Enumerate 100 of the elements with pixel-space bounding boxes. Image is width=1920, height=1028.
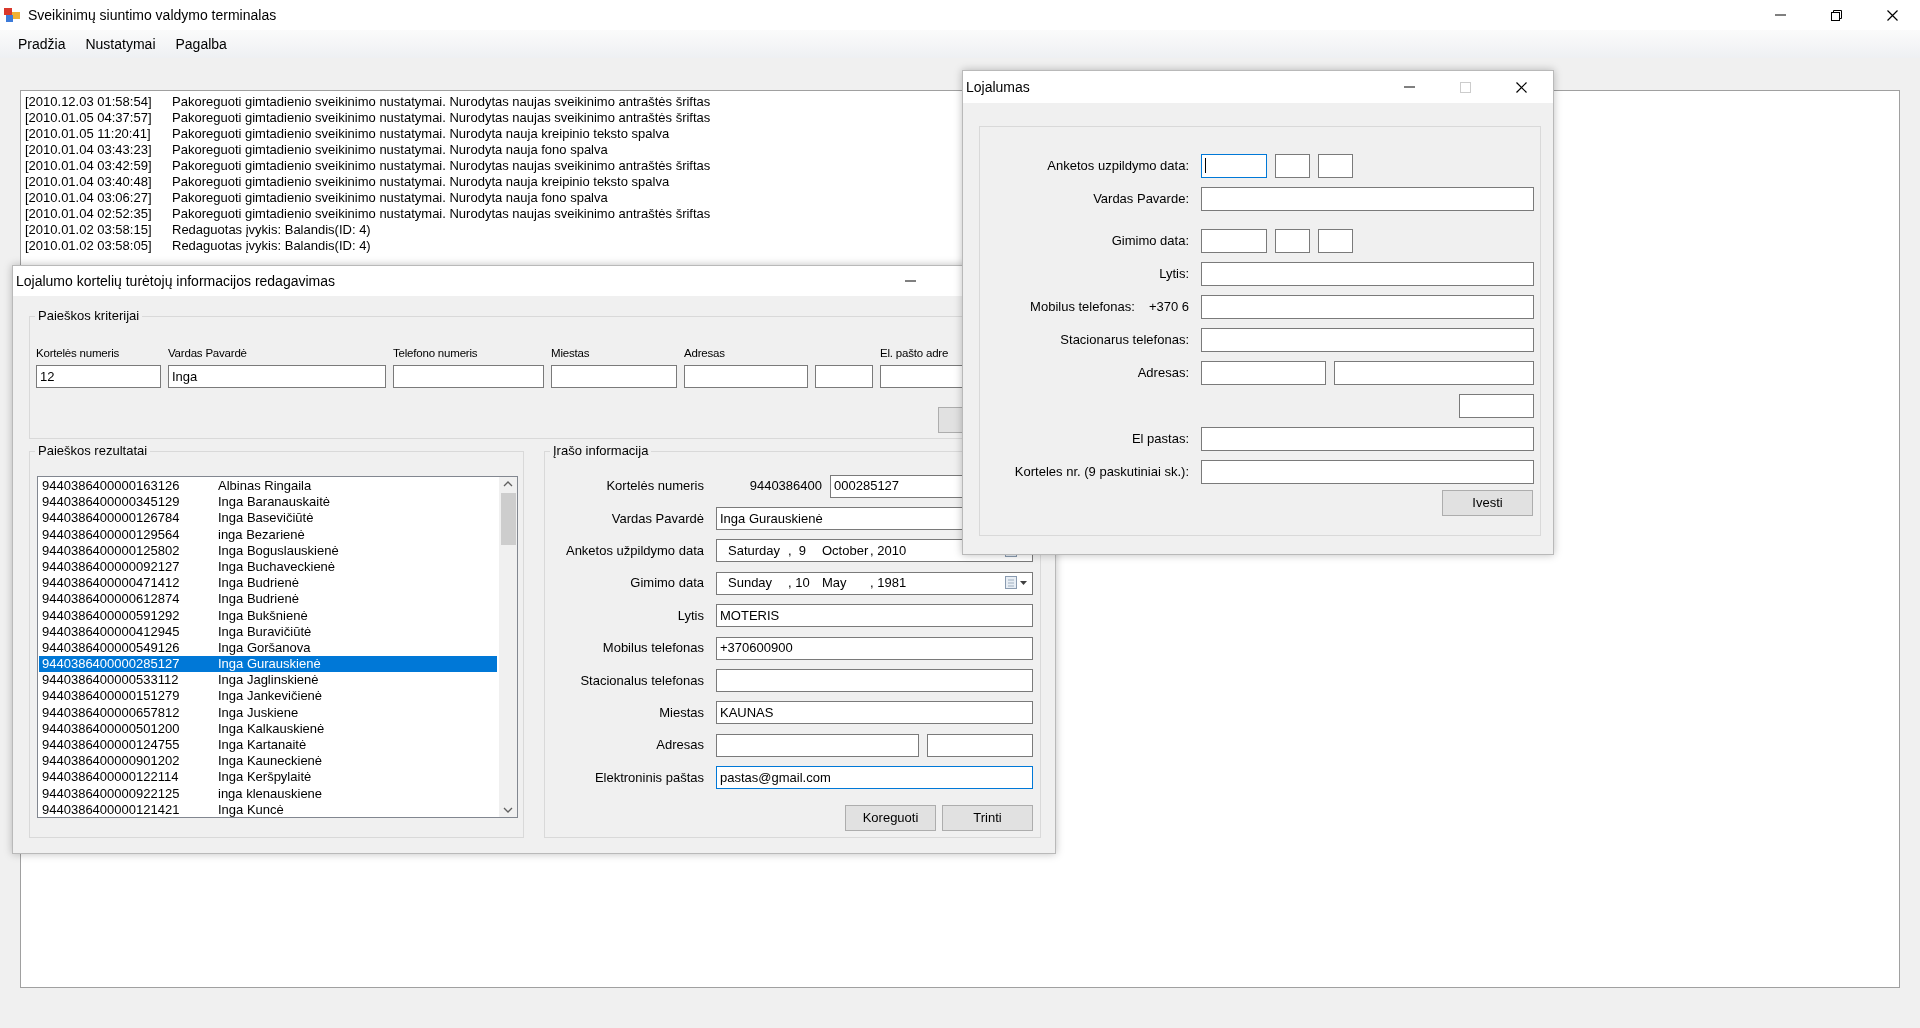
list-row[interactable]: 9440386400000124755 Inga Kartanaitė <box>39 737 497 754</box>
card-number: 9440386400000122114 <box>42 769 180 786</box>
list-row[interactable]: 9440386400000129564 inga Bezarienė <box>39 526 497 543</box>
input-field[interactable] <box>1201 261 1534 286</box>
log-message: Pakoreguoti gimtadienio sveikinimo nustatymai. Nurodyta nauja kreipinio teksto spalva <box>172 174 670 190</box>
list-row[interactable]: 9440386400000125802 Inga Boguslauskienė <box>39 542 497 559</box>
log-time: [2010.01.04 03:43:23] <box>25 142 153 158</box>
date-part: , 9 <box>788 542 808 559</box>
menu-item[interactable]: Pagalba <box>165 34 237 54</box>
log-time: [2010.01.04 03:40:48] <box>25 174 153 190</box>
card-number: 9440386400000345129 <box>42 494 181 511</box>
input-field[interactable] <box>1334 360 1534 385</box>
field-label: Stacionalus telefonas <box>579 672 704 689</box>
maximize-icon <box>1459 81 1471 93</box>
list-row[interactable]: 9440386400000471412 Inga Budrienė <box>39 575 497 592</box>
date-picker[interactable]: Sunday , 10 May , 1981 <box>716 571 1033 595</box>
card-number: 9440386400000285127 <box>42 656 181 673</box>
input-field[interactable]: Inga <box>168 365 386 388</box>
input-field[interactable] <box>1201 294 1534 319</box>
log-time: [2010.01.05 04:37:57] <box>25 110 153 126</box>
field-label: El. pašto adre <box>880 346 950 361</box>
holder-name: inga klenauskiene <box>218 785 323 802</box>
card-number: 9440386400000901202 <box>42 753 181 770</box>
calendar-dropdown-icon[interactable] <box>1005 576 1029 591</box>
input-field[interactable] <box>1201 327 1534 352</box>
input-field[interactable] <box>716 669 1033 693</box>
menu-item[interactable]: Nustatymai <box>75 34 166 54</box>
input-field[interactable] <box>1201 153 1267 178</box>
list-row[interactable]: 9440386400000285127 Inga Gurauskienė <box>39 656 497 673</box>
list-row[interactable]: 9440386400000657812 Inga Juskiene <box>39 704 497 721</box>
input-field[interactable]: pastas@gmail.com <box>716 766 1033 790</box>
list-row[interactable]: 9440386400000345129 Inga Baranauskaitė <box>39 494 497 511</box>
list-row[interactable]: 9440386400000163126 Albinas Ringaila <box>39 478 497 495</box>
input-field[interactable] <box>1318 153 1353 178</box>
list-row[interactable]: 9440386400000121421 Inga Kuncė <box>39 801 497 818</box>
log-time: [2010.01.04 02:52:35] <box>25 206 153 222</box>
input-field[interactable] <box>1201 426 1534 451</box>
field-label: Gimimo data: <box>1111 232 1189 249</box>
field-label: Miestas <box>551 346 591 361</box>
input-field[interactable] <box>1201 186 1534 211</box>
action-button[interactable]: Koreguoti <box>845 804 936 831</box>
card-number: 9440386400000151279 <box>42 688 181 705</box>
field-label: Adresas <box>684 346 726 361</box>
card-number: 9440386400000922125 <box>42 785 181 802</box>
holder-name: inga Bezarienė <box>218 526 305 543</box>
list-row[interactable]: 9440386400000151279 Inga Jankevičienė <box>39 688 497 705</box>
menu-item[interactable]: Pradžia <box>8 34 76 54</box>
input-field[interactable] <box>1459 393 1534 418</box>
list-row[interactable]: 9440386400000533112 Inga Jaglinskienė <box>39 672 497 689</box>
action-button[interactable]: Trinti <box>942 804 1033 831</box>
field-label: Kortelės numeris <box>605 478 704 495</box>
card-number: 9440386400000612874 <box>42 591 181 608</box>
input-field[interactable]: 12 <box>36 365 161 388</box>
date-part: , 2010 <box>870 542 908 559</box>
submit-button[interactable]: Ivesti <box>1442 490 1533 516</box>
phone-prefix: +370 6 <box>1148 298 1189 315</box>
window-title: Sveikinimų siuntimo valdymo terminalas <box>28 7 277 23</box>
card-number: 9440386400000412945 <box>42 623 181 640</box>
window-title: Lojalumo kortelių turėtojų informacijos redagavimas <box>16 273 336 289</box>
date-part: May <box>822 575 848 592</box>
card-number: 9440386400000126784 <box>42 510 181 527</box>
list-row[interactable]: 9440386400000901202 Inga Kauneckienė <box>39 753 497 770</box>
input-field[interactable]: MOTERIS <box>716 604 1033 628</box>
list-row[interactable]: 9440386400000591292 Inga Bukšnienė <box>39 607 497 624</box>
log-time: [2010.01.04 03:06:27] <box>25 190 153 206</box>
list-row[interactable]: 9440386400000501200 Inga Kalkauskienė <box>39 720 497 737</box>
input-field[interactable] <box>551 365 677 388</box>
list-row[interactable]: 9440386400000126784 Inga Basevičiūtė <box>39 510 497 527</box>
input-field[interactable] <box>1201 228 1267 253</box>
log-message: Pakoreguoti gimtadienio sveikinimo nustatymai. Nurodytas naujas sveikinimo antraštės šriftas <box>172 110 711 126</box>
list-row[interactable]: 9440386400000549126 Inga Goršanova <box>39 639 497 657</box>
list-row[interactable]: 9440386400000412945 Inga Buravičiūtė <box>39 623 497 640</box>
input-field[interactable] <box>1201 459 1534 484</box>
list-row[interactable]: 9440386400000122114 Inga Keršpylaitė <box>39 769 497 786</box>
input-field[interactable] <box>1275 228 1310 253</box>
holder-name: Inga Baranauskaitė <box>218 494 331 511</box>
field-label: Anketos užpildymo data <box>564 542 704 559</box>
list-row[interactable]: 9440386400000612874 Inga Budrienė <box>39 591 497 608</box>
holder-name: Inga Juskiene <box>218 704 299 721</box>
input-field[interactable] <box>927 733 1033 757</box>
input-field[interactable] <box>684 365 808 388</box>
log-message: Redaguotas įvykis: Balandis(ID: 4) <box>172 238 371 254</box>
scrollbar[interactable] <box>499 477 517 817</box>
list-row[interactable]: 9440386400000922125 inga klenauskiene <box>39 785 497 802</box>
input-field[interactable] <box>393 365 544 388</box>
group-title: Paieškos kriterijai <box>35 308 143 324</box>
field-label: Mobilus telefonas: <box>1030 298 1135 315</box>
card-number: 9440386400000121421 <box>42 801 181 818</box>
field-label: Kortelės numeris <box>36 346 121 361</box>
input-field[interactable] <box>1275 153 1310 178</box>
log-time: [2010.12.03 01:58:54] <box>25 94 153 110</box>
input-field[interactable] <box>1318 228 1353 253</box>
list-row[interactable]: 9440386400000092127 Inga Buchaveckienė <box>39 558 497 576</box>
input-field[interactable] <box>815 365 873 388</box>
input-field[interactable]: KAUNAS <box>716 701 1033 725</box>
scroll-thumb[interactable] <box>500 493 516 545</box>
field-label: Lytis <box>676 607 704 624</box>
input-field[interactable] <box>716 733 919 757</box>
input-field[interactable] <box>1201 360 1326 385</box>
input-field[interactable]: +370600900 <box>716 636 1033 660</box>
